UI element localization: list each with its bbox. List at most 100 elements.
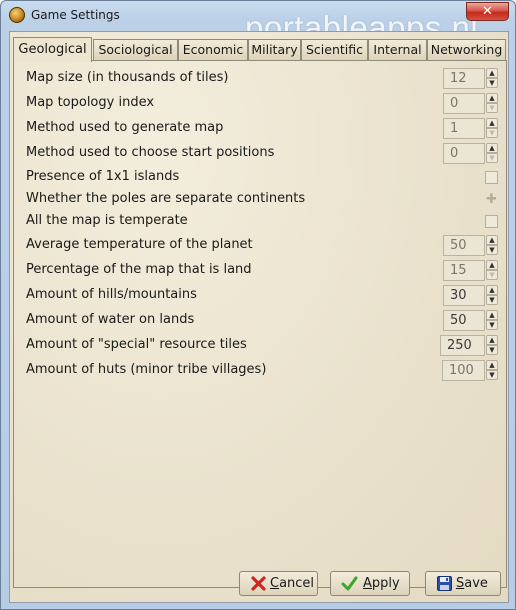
spin-up-arrow-icon[interactable]: ▲ — [486, 260, 498, 270]
spin-value[interactable]: 15 — [443, 260, 485, 281]
spin-arrows: ▲ ▼ — [486, 285, 498, 306]
setting-label: All the map is temperate — [26, 213, 188, 228]
spin-arrows: ▲ ▼ — [486, 235, 498, 256]
separate-poles-checkbox-checked-icon[interactable]: ✚ — [485, 193, 498, 206]
setting-row-temperature: Average temperature of the planet 50 ▲ ▼ — [26, 235, 504, 257]
dialog-client-area: Geological Sociological Economic Militar… — [9, 31, 509, 603]
spin-arrows: ▲ ▼ — [486, 335, 498, 356]
all-temperate-checkbox[interactable] — [485, 215, 498, 228]
setting-label: Method used to choose start positions — [26, 145, 275, 160]
spin-value[interactable]: 100 — [442, 360, 485, 381]
spin-value[interactable]: 250 — [440, 335, 485, 356]
setting-label: Presence of 1x1 islands — [26, 169, 180, 184]
generator-spinbox[interactable]: 1 ▲ ▼ — [443, 118, 499, 139]
spin-arrows: ▲ ▼ — [486, 360, 498, 381]
setting-row-water: Amount of water on lands 50 ▲ ▼ — [26, 310, 504, 332]
spin-down-arrow-icon[interactable]: ▼ — [486, 128, 498, 138]
spin-up-arrow-icon[interactable]: ▲ — [486, 335, 498, 345]
tab-sociological[interactable]: Sociological — [93, 39, 178, 60]
spin-up-arrow-icon[interactable]: ▲ — [486, 310, 498, 320]
spin-down-arrow-icon[interactable]: ▼ — [486, 270, 498, 280]
spin-value[interactable]: 50 — [443, 310, 485, 331]
spin-down-arrow-icon[interactable]: ▼ — [486, 245, 498, 255]
setting-label: Amount of "special" resource tiles — [26, 337, 247, 352]
cancel-label: Cancel — [270, 576, 315, 591]
land-percentage-spinbox[interactable]: 15 ▲ ▼ — [443, 260, 499, 281]
spin-down-arrow-icon[interactable]: ▼ — [486, 320, 498, 330]
spin-value[interactable]: 12 — [443, 68, 485, 89]
spin-arrows: ▲ ▼ — [486, 143, 498, 164]
setting-row-generator: Method used to generate map 1 ▲ ▼ — [26, 118, 504, 140]
spin-up-arrow-icon[interactable]: ▲ — [486, 68, 498, 78]
checkmark-icon — [341, 576, 358, 591]
setting-label: Average temperature of the planet — [26, 237, 253, 252]
spin-down-arrow-icon[interactable]: ▼ — [486, 153, 498, 163]
setting-row-separate-poles: Whether the poles are separate continent… — [26, 189, 504, 211]
setting-label: Percentage of the map that is land — [26, 262, 252, 277]
spin-arrows: ▲ ▼ — [486, 93, 498, 114]
title-bar[interactable]: Game Settings portableapps.nl ✕ — [1, 1, 515, 46]
spin-value[interactable]: 30 — [443, 285, 485, 306]
app-icon — [9, 7, 25, 23]
spin-down-arrow-icon[interactable]: ▼ — [486, 103, 498, 113]
spin-up-arrow-icon[interactable]: ▲ — [486, 360, 498, 370]
setting-label: Amount of hills/mountains — [26, 287, 197, 302]
apply-label: Apply — [363, 576, 400, 591]
hills-spinbox[interactable]: 30 ▲ ▼ — [443, 285, 499, 306]
save-button[interactable]: Save — [425, 571, 501, 596]
spin-arrows: ▲ ▼ — [486, 68, 498, 89]
spin-value[interactable]: 0 — [443, 143, 485, 164]
spin-up-arrow-icon[interactable]: ▲ — [486, 93, 498, 103]
spin-down-arrow-icon[interactable]: ▼ — [486, 370, 498, 380]
cancel-x-icon — [251, 576, 266, 591]
tiny-islands-checkbox[interactable] — [485, 171, 498, 184]
setting-label: Whether the poles are separate continent… — [26, 191, 306, 206]
tab-internal[interactable]: Internal — [368, 39, 427, 60]
map-size-spinbox[interactable]: 12 ▲ ▼ — [443, 68, 499, 89]
huts-spinbox[interactable]: 100 ▲ ▼ — [442, 360, 499, 381]
spin-up-arrow-icon[interactable]: ▲ — [486, 235, 498, 245]
setting-row-huts: Amount of huts (minor tribe villages) 10… — [26, 360, 504, 382]
setting-row-all-temperate: All the map is temperate — [26, 211, 504, 233]
setting-row-start-positions: Method used to choose start positions 0 … — [26, 143, 504, 165]
temperature-spinbox[interactable]: 50 ▲ ▼ — [443, 235, 499, 256]
tab-geological[interactable]: Geological — [13, 37, 92, 62]
tab-military[interactable]: Military — [248, 39, 301, 60]
setting-row-land-percentage: Percentage of the map that is land 15 ▲ … — [26, 260, 504, 282]
game-settings-window: Game Settings portableapps.nl ✕ Geologic… — [0, 0, 516, 610]
save-label: Save — [456, 576, 488, 591]
spin-up-arrow-icon[interactable]: ▲ — [486, 143, 498, 153]
tab-economic[interactable]: Economic — [178, 39, 248, 60]
spin-value[interactable]: 1 — [443, 118, 485, 139]
spin-down-arrow-icon[interactable]: ▼ — [486, 295, 498, 305]
spin-arrows: ▲ ▼ — [486, 310, 498, 331]
setting-row-topology: Map topology index 0 ▲ ▼ — [26, 93, 504, 115]
spin-down-arrow-icon[interactable]: ▼ — [486, 78, 498, 88]
floppy-disk-icon — [437, 576, 452, 591]
apply-button[interactable]: Apply — [330, 571, 410, 596]
spin-arrows: ▲ ▼ — [486, 260, 498, 281]
spin-up-arrow-icon[interactable]: ▲ — [486, 285, 498, 295]
setting-label: Map topology index — [26, 95, 155, 110]
spin-value[interactable]: 50 — [443, 235, 485, 256]
setting-row-map-size: Map size (in thousands of tiles) 12 ▲ ▼ — [26, 68, 504, 90]
start-positions-spinbox[interactable]: 0 ▲ ▼ — [443, 143, 499, 164]
window-title: Game Settings — [31, 8, 120, 22]
topology-spinbox[interactable]: 0 ▲ ▼ — [443, 93, 499, 114]
cancel-button[interactable]: Cancel — [239, 571, 318, 596]
setting-row-hills: Amount of hills/mountains 30 ▲ ▼ — [26, 285, 504, 307]
setting-label: Method used to generate map — [26, 120, 224, 135]
special-resources-spinbox[interactable]: 250 ▲ ▼ — [440, 335, 499, 356]
geological-settings-panel: Map size (in thousands of tiles) 12 ▲ ▼ … — [13, 60, 507, 588]
tab-bar: Geological Sociological Economic Militar… — [13, 37, 507, 62]
spin-up-arrow-icon[interactable]: ▲ — [486, 118, 498, 128]
setting-row-special-resources: Amount of "special" resource tiles 250 ▲… — [26, 335, 504, 357]
dialog-button-bar: Cancel Apply Save — [10, 568, 508, 604]
tab-scientific[interactable]: Scientific — [301, 39, 368, 60]
spin-down-arrow-icon[interactable]: ▼ — [486, 345, 498, 355]
spin-arrows: ▲ ▼ — [486, 118, 498, 139]
spin-value[interactable]: 0 — [443, 93, 485, 114]
close-button[interactable]: ✕ — [466, 2, 509, 21]
tab-networking[interactable]: Networking — [427, 39, 506, 60]
water-spinbox[interactable]: 50 ▲ ▼ — [443, 310, 499, 331]
